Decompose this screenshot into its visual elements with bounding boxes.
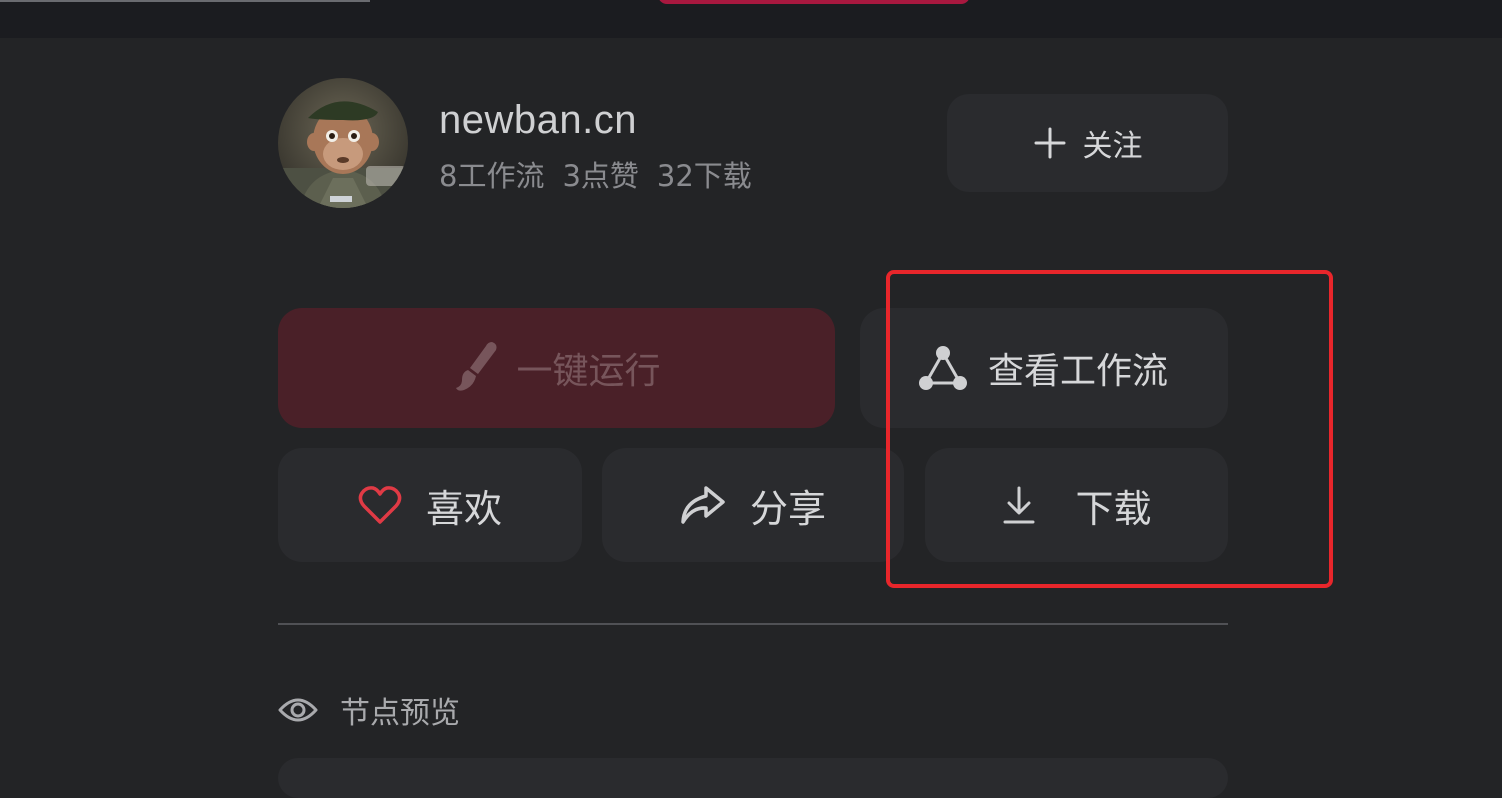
view-workflow-label: 查看工作流: [988, 351, 1169, 392]
follow-button[interactable]: 关注: [947, 94, 1228, 192]
run-label: 一键运行: [516, 351, 661, 392]
view-workflow-button[interactable]: 查看工作流: [860, 308, 1228, 428]
brush-icon: [452, 340, 500, 396]
node-preview-label: 节点预览: [340, 696, 460, 731]
like-count: 3点赞: [562, 159, 639, 193]
share-label: 分享: [749, 486, 826, 531]
download-icon: [1001, 485, 1037, 525]
like-button[interactable]: 喜欢: [278, 448, 582, 562]
topbar-accent-button[interactable]: [658, 0, 970, 4]
top-bar: [0, 0, 1502, 38]
plus-icon: [1033, 126, 1067, 160]
workflow-nodes-icon: [918, 345, 968, 391]
author-name[interactable]: newban.cn: [439, 96, 637, 144]
follow-label: 关注: [1082, 129, 1143, 164]
section-divider: [278, 623, 1228, 625]
avatar-image: [278, 78, 408, 208]
download-button[interactable]: 下载: [925, 448, 1228, 562]
topbar-divider: [0, 0, 370, 2]
node-preview-card: [278, 758, 1228, 798]
workflow-count: 8工作流: [439, 159, 545, 193]
download-count: 32下载: [656, 159, 752, 193]
like-label: 喜欢: [425, 486, 502, 531]
eye-icon: [278, 696, 318, 724]
avatar[interactable]: [278, 78, 408, 208]
node-preview-header[interactable]: 节点预览: [278, 688, 460, 732]
author-stats: 8工作流 3点赞 32下载: [439, 156, 770, 196]
share-button[interactable]: 分享: [602, 448, 904, 562]
heart-icon: [358, 485, 402, 525]
download-label: 下载: [1075, 486, 1152, 531]
run-button[interactable]: 一键运行: [278, 308, 835, 428]
share-arrow-icon: [680, 485, 726, 525]
